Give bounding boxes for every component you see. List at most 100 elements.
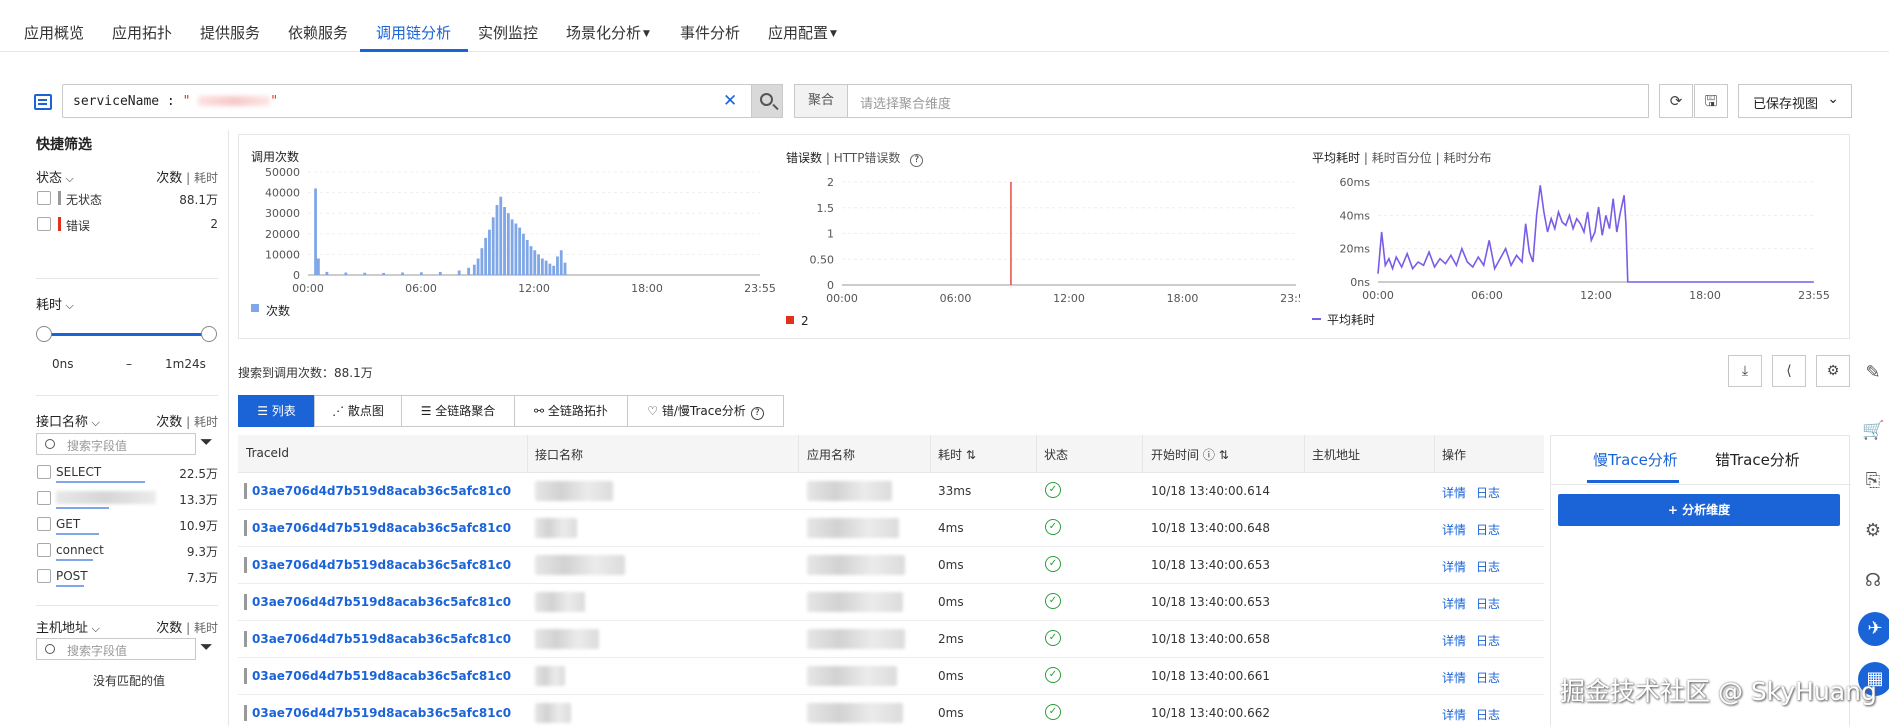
- latency-title-main[interactable]: 平均耗时: [1312, 151, 1360, 165]
- document-icon[interactable]: ⎘: [1862, 470, 1884, 492]
- status-sort-count[interactable]: 次数: [156, 171, 182, 186]
- detail-link[interactable]: 详情: [1442, 484, 1466, 501]
- table-row[interactable]: 03ae706d4d7b519d8acab36c5afc81c0 0ms ✓ 10/1…: [238, 547, 1544, 584]
- interface-search-input[interactable]: 搜索字段值: [36, 433, 196, 455]
- search-button[interactable]: [751, 84, 783, 118]
- column-divider[interactable]: [1304, 435, 1305, 473]
- interface-sort-duration[interactable]: 耗时: [194, 415, 218, 429]
- duration-slider-track[interactable]: [44, 333, 209, 336]
- tab-app-overview[interactable]: 应用概览: [24, 22, 84, 43]
- tab-full-chain-topology[interactable]: ⚯ 全链路拓扑: [514, 395, 628, 427]
- plane-icon[interactable]: ✈: [1858, 612, 1889, 646]
- trace-id-link[interactable]: 03ae706d4d7b519d8acab36c5afc81c0: [252, 558, 511, 572]
- interface-checkbox[interactable]: [37, 491, 51, 505]
- tab-app-topology[interactable]: 应用拓扑: [112, 22, 172, 43]
- col-duration[interactable]: 耗时 ⇅: [938, 446, 976, 463]
- host-search-input[interactable]: 搜索字段值: [36, 638, 196, 660]
- detail-link[interactable]: 详情: [1442, 558, 1466, 575]
- interface-sort-switch[interactable]: 次数 | 耗时: [150, 411, 218, 430]
- interface-filter-header[interactable]: 接口名称 ⌵: [36, 411, 100, 430]
- status-checkbox-error[interactable]: [37, 217, 51, 231]
- tab-instance-monitoring[interactable]: 实例监控: [478, 22, 538, 43]
- help-icon[interactable]: ?: [750, 407, 764, 420]
- interface-checkbox[interactable]: [37, 465, 51, 479]
- tab-provided-services[interactable]: 提供服务: [200, 22, 260, 43]
- table-row[interactable]: 03ae706d4d7b519d8acab36c5afc81c0 33ms ✓ 10/…: [238, 473, 1544, 510]
- tab-list-view[interactable]: ☰ 列表: [238, 395, 315, 427]
- table-row[interactable]: 03ae706d4d7b519d8acab36c5afc81c0 0ms ✓ 10/1…: [238, 695, 1544, 726]
- column-divider[interactable]: [1434, 435, 1435, 473]
- add-analysis-dimension-button[interactable]: + 分析维度: [1558, 494, 1840, 526]
- trace-id-link[interactable]: 03ae706d4d7b519d8acab36c5afc81c0: [252, 595, 511, 609]
- trace-id-link[interactable]: 03ae706d4d7b519d8acab36c5afc81c0: [252, 706, 511, 720]
- log-link[interactable]: 日志: [1476, 706, 1500, 723]
- collapse-sidebar-icon[interactable]: [34, 94, 52, 110]
- latency-legend[interactable]: 平均耗时: [1327, 311, 1375, 328]
- trace-id-link[interactable]: 03ae706d4d7b519d8acab36c5afc81c0: [252, 632, 511, 646]
- save-button[interactable]: 🖫: [1694, 84, 1728, 118]
- aggregate-select[interactable]: 请选择聚合维度: [847, 84, 1649, 118]
- filter-funnel-icon[interactable]: ⏷: [200, 432, 213, 452]
- tab-app-config[interactable]: 应用配置 ▼: [768, 22, 837, 43]
- detail-link[interactable]: 详情: [1442, 632, 1466, 649]
- trace-id-link[interactable]: 03ae706d4d7b519d8acab36c5afc81c0: [252, 484, 511, 498]
- interface-checkbox[interactable]: [37, 517, 51, 531]
- share-button[interactable]: ⟨: [1772, 355, 1806, 387]
- detail-link[interactable]: 详情: [1442, 706, 1466, 723]
- headset-icon[interactable]: ☊: [1862, 570, 1884, 592]
- edit-icon[interactable]: ✎: [1862, 362, 1884, 384]
- latency-distribution-title[interactable]: 耗时分布: [1443, 151, 1491, 165]
- interface-checkbox[interactable]: [37, 569, 51, 583]
- column-divider[interactable]: [1036, 435, 1037, 473]
- log-link[interactable]: 日志: [1476, 632, 1500, 649]
- detail-link[interactable]: 详情: [1442, 595, 1466, 612]
- filter-funnel-icon[interactable]: ⏷: [200, 637, 213, 657]
- host-sort-switch[interactable]: 次数 | 耗时: [150, 617, 218, 636]
- trace-id-link[interactable]: 03ae706d4d7b519d8acab36c5afc81c0: [252, 669, 511, 683]
- status-sort-duration[interactable]: 耗时: [194, 171, 218, 185]
- tab-event-analysis[interactable]: 事件分析: [680, 22, 740, 43]
- help-icon[interactable]: ?: [910, 154, 924, 167]
- tab-dependent-services[interactable]: 依赖服务: [288, 22, 348, 43]
- download-button[interactable]: ⤓: [1728, 355, 1762, 387]
- cart-icon[interactable]: 🛒: [1862, 420, 1884, 442]
- log-link[interactable]: 日志: [1476, 484, 1500, 501]
- trace-id-link[interactable]: 03ae706d4d7b519d8acab36c5afc81c0: [252, 521, 511, 535]
- column-divider[interactable]: [527, 435, 528, 473]
- tab-error-trace[interactable]: 错Trace分析: [1715, 449, 1800, 470]
- table-row[interactable]: 03ae706d4d7b519d8acab36c5afc81c0 2ms ✓ 10/1…: [238, 621, 1544, 658]
- host-sort-duration[interactable]: 耗时: [194, 621, 218, 635]
- http-errors-title[interactable]: HTTP错误数: [834, 151, 901, 165]
- tab-scatter-view[interactable]: ⋰ 散点图: [314, 395, 402, 427]
- close-icon[interactable]: ✕: [723, 91, 737, 111]
- table-row[interactable]: 03ae706d4d7b519d8acab36c5afc81c0 0ms ✓ 10/1…: [238, 584, 1544, 621]
- log-link[interactable]: 日志: [1476, 521, 1500, 538]
- log-link[interactable]: 日志: [1476, 669, 1500, 686]
- detail-link[interactable]: 详情: [1442, 669, 1466, 686]
- interface-checkbox[interactable]: [37, 543, 51, 557]
- detail-link[interactable]: 详情: [1442, 521, 1466, 538]
- status-filter-header[interactable]: 状态 ⌵: [36, 167, 74, 186]
- tab-slow-trace[interactable]: 慢Trace分析: [1593, 449, 1678, 470]
- saved-views-dropdown[interactable]: 已保存视图 ⌄: [1738, 84, 1852, 118]
- latency-percentile-title[interactable]: 耗时百分位: [1372, 151, 1432, 165]
- duration-slider-min-handle[interactable]: [36, 326, 52, 342]
- log-link[interactable]: 日志: [1476, 595, 1500, 612]
- table-row[interactable]: 03ae706d4d7b519d8acab36c5afc81c0 4ms ✓ 10/1…: [238, 510, 1544, 547]
- column-divider[interactable]: [798, 435, 799, 473]
- errors-legend[interactable]: 2: [801, 314, 809, 328]
- log-link[interactable]: 日志: [1476, 558, 1500, 575]
- column-divider[interactable]: [930, 435, 931, 473]
- interface-sort-count[interactable]: 次数: [156, 415, 182, 430]
- query-search-box[interactable]: serviceName : " " ✕: [62, 84, 783, 118]
- settings-button[interactable]: ⚙: [1816, 355, 1850, 387]
- calls-legend[interactable]: 次数: [266, 302, 290, 319]
- table-row[interactable]: 03ae706d4d7b519d8acab36c5afc81c0 0ms ✓ 10/1…: [238, 658, 1544, 695]
- tab-error-slow-trace[interactable]: ♡ 错/慢Trace分析?: [627, 395, 784, 427]
- tab-scenario-analysis[interactable]: 场景化分析 ▼: [566, 22, 650, 43]
- col-start-time[interactable]: 开始时间 ⓘ ⇅: [1151, 446, 1229, 463]
- status-checkbox-none[interactable]: [37, 191, 51, 205]
- duration-filter-header[interactable]: 耗时 ⌵: [36, 294, 74, 313]
- tab-trace-analysis[interactable]: 调用链分析: [376, 22, 451, 43]
- host-filter-header[interactable]: 主机地址 ⌵: [36, 617, 100, 636]
